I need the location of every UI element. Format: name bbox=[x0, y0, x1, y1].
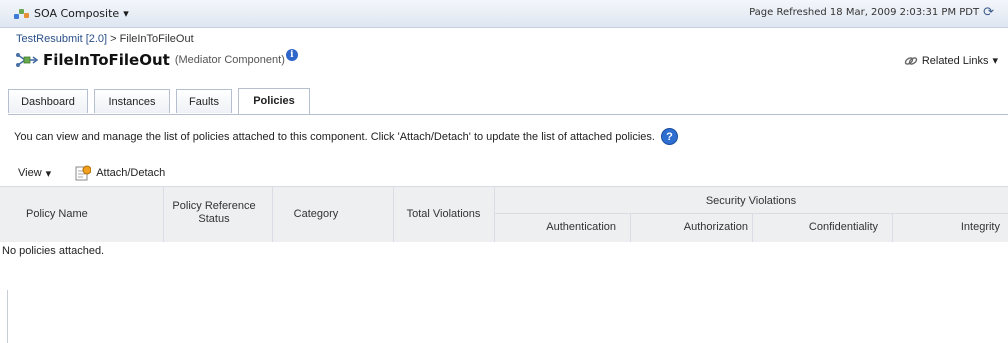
attach-detach-button[interactable]: Attach/Detach bbox=[75, 165, 165, 181]
breadcrumb-link-testresubmit[interactable]: TestResubmit [2.0] bbox=[16, 33, 107, 45]
info-icon[interactable]: i bbox=[285, 49, 298, 61]
chevron-down-icon: ▾ bbox=[45, 167, 52, 180]
breadcrumb: TestResubmit [2.0] > FileInToFileOut bbox=[16, 33, 194, 45]
mediator-component-icon bbox=[16, 53, 38, 67]
soa-composite-label: SOA Composite bbox=[34, 7, 120, 20]
soa-composite-icon bbox=[14, 8, 30, 20]
view-menu[interactable]: View ▾ bbox=[8, 167, 61, 180]
col-authorization[interactable]: Authorization bbox=[630, 221, 752, 234]
col-integrity[interactable]: Integrity bbox=[892, 221, 1008, 234]
description-text: You can view and manage the list of poli… bbox=[14, 130, 655, 143]
soa-composite-menu[interactable]: SOA Composite ▾ bbox=[14, 7, 129, 20]
col-category[interactable]: Category bbox=[272, 208, 360, 221]
chevron-down-icon: ▾ bbox=[992, 55, 998, 67]
help-icon[interactable]: ? bbox=[660, 128, 678, 145]
policies-description: You can view and manage the list of poli… bbox=[14, 128, 678, 145]
component-name: FileInToFileOut bbox=[43, 51, 170, 69]
top-bar: SOA Composite ▾ Page Refreshed 18 Mar, 2… bbox=[0, 0, 1008, 28]
col-policy-name[interactable]: Policy Name bbox=[8, 208, 128, 221]
breadcrumb-current: FileInToFileOut bbox=[119, 33, 194, 45]
tab-policies[interactable]: Policies bbox=[238, 88, 310, 114]
tab-instances[interactable]: Instances bbox=[94, 89, 170, 113]
policies-toolbar: View ▾ Attach/Detach bbox=[8, 165, 165, 181]
refresh-icon[interactable]: ⟳ bbox=[983, 6, 994, 19]
component-type: (Mediator Component) bbox=[174, 54, 285, 66]
table-left-border bbox=[7, 290, 8, 343]
tab-faults[interactable]: Faults bbox=[176, 89, 232, 113]
link-icon bbox=[904, 56, 918, 65]
col-confidentiality[interactable]: Confidentiality bbox=[752, 221, 892, 234]
col-policy-reference-status[interactable]: Policy Reference Status bbox=[164, 200, 264, 226]
view-label: View bbox=[18, 167, 42, 179]
attach-detach-label: Attach/Detach bbox=[96, 167, 166, 179]
page-refresh-status: Page Refreshed 18 Mar, 2009 2:03:31 PM P… bbox=[749, 6, 994, 19]
component-title: FileInToFileOut (Mediator Component) i bbox=[16, 49, 302, 69]
tab-dashboard[interactable]: Dashboard bbox=[8, 89, 88, 113]
col-group-security-violations: Security Violations bbox=[705, 195, 797, 207]
chevron-down-icon: ▾ bbox=[123, 7, 129, 20]
tab-bar: Dashboard Instances Faults Policies bbox=[8, 85, 1008, 115]
col-total-violations[interactable]: Total Violations bbox=[393, 208, 494, 221]
policies-table-header: Policy Name Policy Reference Status Cate… bbox=[0, 186, 1008, 242]
related-links-menu[interactable]: Related Links ▾ bbox=[904, 54, 998, 67]
attach-detach-icon bbox=[75, 165, 92, 181]
refresh-text: Page Refreshed 18 Mar, 2009 2:03:31 PM P… bbox=[749, 7, 980, 18]
related-links-label: Related Links bbox=[921, 54, 989, 67]
col-authentication[interactable]: Authentication bbox=[494, 221, 630, 234]
breadcrumb-separator: > bbox=[110, 33, 117, 45]
empty-table-message: No policies attached. bbox=[2, 245, 105, 257]
